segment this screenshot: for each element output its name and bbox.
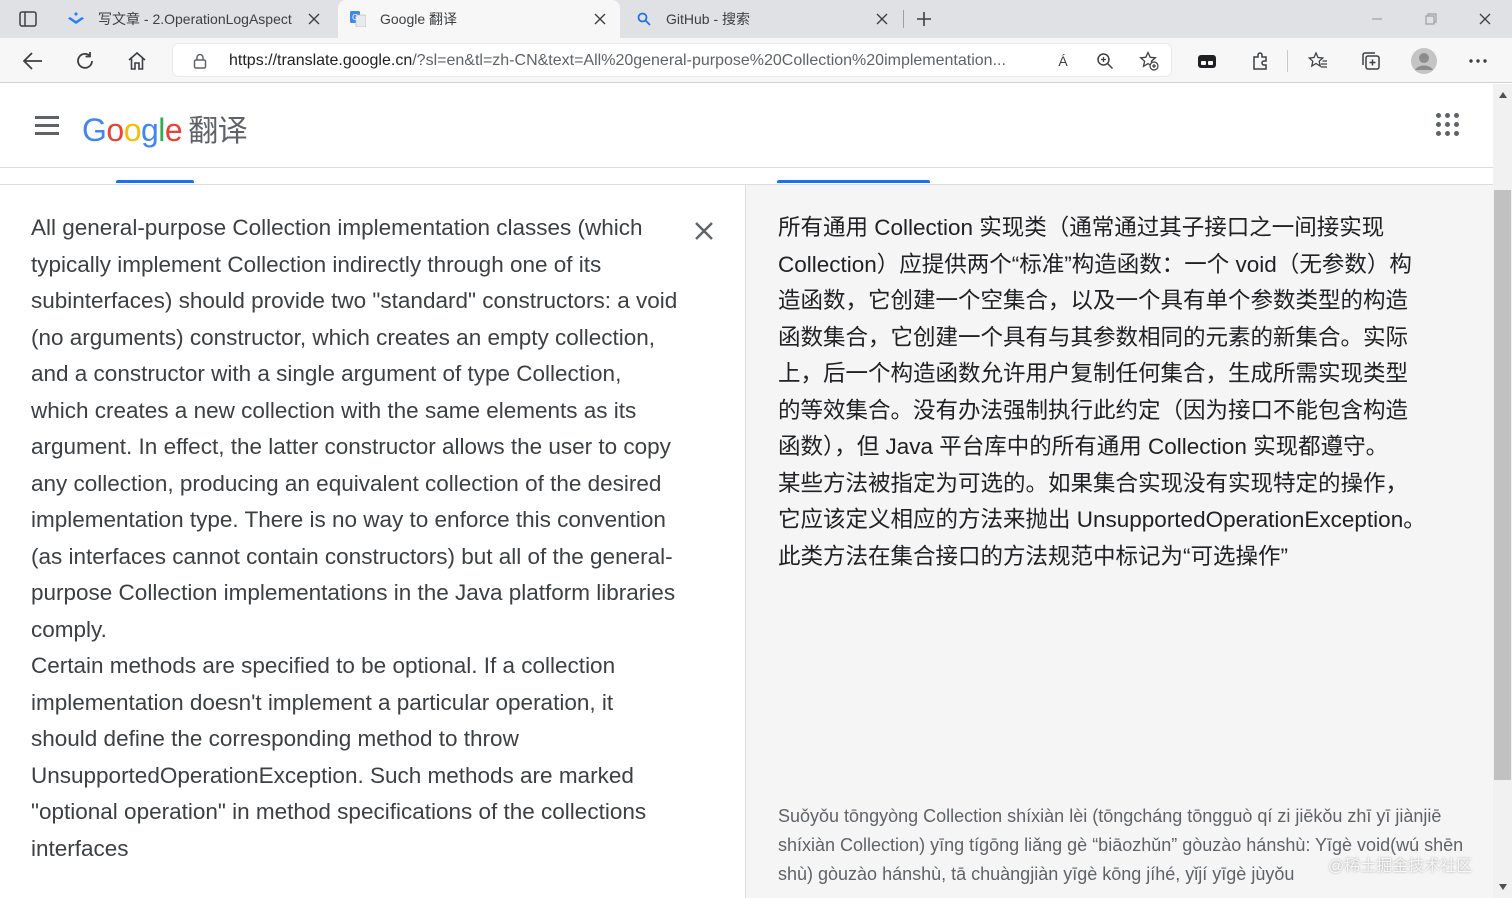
tab-github-search[interactable]: GitHub - 搜索 — [624, 0, 902, 38]
apps-dot — [1436, 113, 1441, 118]
logo-letter: o — [106, 112, 124, 148]
tab-label: Google 翻译 — [380, 11, 458, 27]
apps-dot — [1454, 131, 1459, 136]
avatar — [1411, 48, 1437, 74]
apps-dot — [1454, 122, 1459, 127]
target-language-indicator[interactable] — [777, 180, 930, 183]
translation-paragraph: 所有通用 Collection 实现类（通常通过其子接口之一间接实现 Colle… — [778, 215, 1412, 459]
restore-button[interactable] — [1404, 0, 1458, 38]
tab-actions-button[interactable] — [6, 6, 50, 32]
logo-letter: e — [164, 112, 183, 148]
google-translate-icon: G — [350, 11, 366, 27]
favorites-icon — [1308, 51, 1327, 68]
menu-icon-bar — [35, 132, 59, 135]
puzzle-icon — [1253, 52, 1267, 70]
plus-icon — [917, 12, 931, 26]
logo-letter: G — [82, 112, 107, 148]
scroll-up-icon[interactable] — [1493, 86, 1512, 104]
google-apps-button[interactable] — [1436, 113, 1460, 137]
minimize-button[interactable] — [1350, 0, 1404, 38]
restore-icon — [1425, 13, 1437, 25]
collections-button[interactable] — [1354, 44, 1388, 78]
translate-header: Google 翻译 — [0, 84, 1493, 168]
close-icon — [695, 222, 713, 240]
apps-dot — [1436, 131, 1441, 136]
tab-label: GitHub - 搜索 — [666, 11, 751, 27]
apps-dot — [1445, 122, 1450, 127]
collections-icon — [1362, 52, 1380, 70]
home-button[interactable] — [120, 44, 154, 78]
tab-juejin[interactable]: 写文章 - 2.OperationLogAspect — [56, 0, 334, 38]
source-language-indicator[interactable] — [116, 180, 194, 183]
close-icon — [1479, 13, 1491, 25]
tab-close-icon[interactable] — [592, 11, 608, 27]
back-button[interactable] — [16, 44, 50, 78]
read-aloud-icon[interactable]: Á — [1051, 50, 1075, 72]
apps-dot — [1445, 131, 1450, 136]
tab-google-translate[interactable]: G Google 翻译 — [338, 0, 620, 38]
split-screen-icon — [1198, 55, 1216, 68]
refresh-icon — [77, 52, 93, 69]
product-name: 翻译 — [188, 115, 248, 148]
refresh-button[interactable] — [68, 44, 102, 78]
logo-letter: o — [123, 112, 142, 148]
menu-icon-bar — [35, 124, 59, 127]
add-favorite-icon[interactable] — [1137, 50, 1161, 72]
tab-strip: 写文章 - 2.OperationLogAspect G Google 翻译 G… — [0, 0, 1512, 38]
svg-text:G: G — [352, 13, 358, 22]
source-textarea[interactable]: All general-purpose Collection implement… — [31, 210, 681, 867]
browser-toolbar: https://translate.google.cn/?sl=en&tl=zh… — [0, 38, 1512, 83]
split-screen-button[interactable] — [1190, 44, 1224, 78]
zoom-icon[interactable] — [1093, 50, 1117, 72]
profile-button[interactable] — [1407, 44, 1441, 78]
tab-actions-icon — [19, 11, 37, 27]
url-text[interactable]: https://translate.google.cn/?sl=en&tl=zh… — [229, 52, 1049, 70]
extensions-button[interactable] — [1243, 44, 1277, 78]
scrollbar-thumb[interactable] — [1494, 190, 1511, 780]
clear-source-button[interactable] — [690, 217, 718, 245]
back-arrow-icon — [23, 52, 42, 70]
new-tab-button[interactable] — [910, 5, 938, 33]
source-paragraph: Certain methods are specified to be opti… — [31, 653, 647, 861]
more-icon — [1469, 59, 1487, 63]
language-bar — [0, 168, 1493, 185]
google-translate-logo[interactable]: Google 翻译 — [82, 106, 248, 150]
source-paragraph: All general-purpose Collection implement… — [31, 215, 678, 642]
search-icon — [636, 11, 652, 27]
apps-dot — [1436, 122, 1441, 127]
settings-menu-button[interactable] — [1461, 44, 1495, 78]
tab-close-icon[interactable] — [874, 11, 890, 27]
translation-paragraph: 某些方法被指定为可选的。如果集合实现没有实现特定的操作，它应该定义相应的方法来抛… — [778, 470, 1426, 569]
main-menu-button[interactable] — [30, 112, 64, 140]
tab-close-icon[interactable] — [306, 11, 322, 27]
tab-separator — [903, 10, 904, 28]
source-pane: All general-purpose Collection implement… — [0, 185, 746, 898]
apps-dot — [1454, 113, 1459, 118]
scroll-down-icon[interactable] — [1493, 878, 1512, 896]
lock-icon[interactable] — [191, 52, 209, 70]
toolbar-separator — [1287, 50, 1288, 72]
url-host: https://translate.google.cn — [229, 52, 413, 69]
address-bar[interactable]: https://translate.google.cn/?sl=en&tl=zh… — [172, 43, 1172, 77]
favorites-button[interactable] — [1301, 44, 1335, 78]
close-window-button[interactable] — [1458, 0, 1512, 38]
read-aloud-glyph: Á — [1058, 53, 1068, 69]
page-scrollbar[interactable] — [1493, 84, 1512, 898]
minimize-icon — [1372, 18, 1382, 20]
home-icon — [128, 51, 146, 70]
menu-icon-bar — [35, 116, 59, 119]
tab-label: 写文章 - 2.OperationLogAspect — [98, 11, 292, 27]
watermark: @稀土掘金技术社区 — [1328, 858, 1473, 875]
apps-dot — [1445, 113, 1450, 118]
logo-letter: l — [158, 112, 165, 148]
translation-text: 所有通用 Collection 实现类（通常通过其子接口之一间接实现 Colle… — [778, 210, 1428, 575]
url-path: /?sl=en&tl=zh-CN&text=All%20general-purp… — [412, 52, 1006, 69]
translation-pane: 所有通用 Collection 实现类（通常通过其子接口之一间接实现 Colle… — [746, 185, 1493, 898]
logo-letter: g — [140, 112, 159, 148]
juejin-icon — [68, 11, 84, 27]
